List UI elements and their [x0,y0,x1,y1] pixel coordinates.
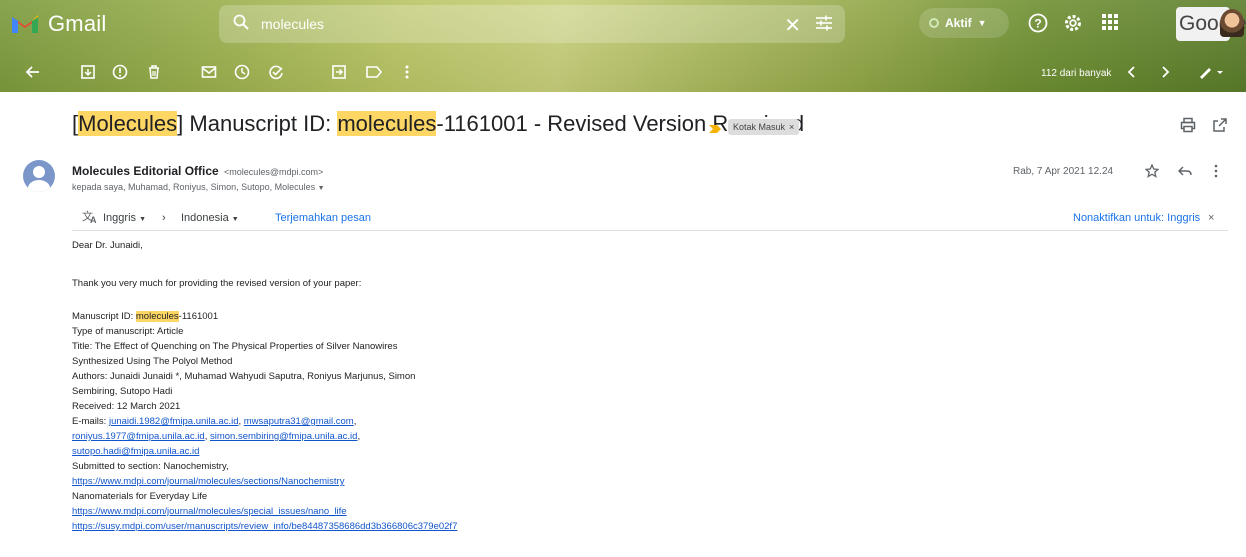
greeting: Dear Dr. Junaidi, [72,240,143,251]
subject-text: ] Manuscript ID: [177,111,338,136]
target-language-select[interactable]: Indonesia ▼ [181,212,239,224]
section-link[interactable]: https://www.mdpi.com/journal/molecules/s… [72,476,344,487]
email-link[interactable]: junaidi.1982@fmipa.unila.ac.id [109,416,239,427]
emails-line-1: E-mails: junaidi.1982@fmipa.unila.ac.id,… [72,416,357,427]
help-icon[interactable]: ? [1028,13,1048,38]
inbox-label-text: Kotak Masuk [733,122,786,132]
email-subject: [Molecules] Manuscript ID: molecules-116… [72,111,804,137]
status-label: Aktif [945,16,972,30]
source-language-select[interactable]: Inggris ▼ [103,212,146,224]
message-toolbar: 112 dari banyak [0,56,1246,92]
older-chevron-right-icon[interactable] [1159,64,1171,85]
open-new-window-icon[interactable] [1212,117,1228,138]
search-bar[interactable]: molecules ✕ [219,5,845,43]
add-task-icon[interactable] [268,64,284,85]
sender-email: <molecules@mdpi.com> [224,167,324,177]
mark-unread-icon[interactable] [201,64,217,85]
recipients-chevron-down-icon[interactable]: ▼ [318,185,325,192]
translate-bar: 文A Inggris ▼ › Indonesia ▼ Terjemahkan p… [72,205,1228,231]
manuscript-id-line: Manuscript ID: molecules-1161001 [72,311,218,322]
sender-line: Molecules Editorial Office <molecules@md… [72,164,323,178]
translate-icon: 文A [82,209,98,227]
inbox-label-tag[interactable]: Kotak Masuk × [728,119,800,135]
email-link[interactable]: roniyus.1977@fmipa.unila.ac.id [72,431,205,442]
ms-id-label: Manuscript ID: [72,311,136,322]
email-link[interactable]: simon.sembiring@fmipa.unila.ac.id [210,431,357,442]
authors-line-1: Authors: Junaidi Junaidi *, Muhamad Wahy… [72,371,416,382]
sender-name[interactable]: Molecules Editorial Office [72,164,219,178]
ms-id-highlight: molecules [135,311,179,322]
search-icon[interactable] [233,14,249,35]
apps-grid-icon[interactable] [1101,13,1119,36]
email-date: Rab, 7 Apr 2021 12.24 [1013,166,1114,177]
email-link[interactable]: sutopo.hadi@fmipa.unila.ac.id [72,446,199,457]
report-spam-icon[interactable] [112,64,128,85]
remove-label-icon[interactable]: × [789,122,794,132]
reply-arrow-icon[interactable] [1177,164,1192,183]
arrow-right-icon: › [162,212,166,224]
special-issue-text: Nanomaterials for Everyday Life [72,491,208,502]
emails-label: E-mails: [72,416,109,427]
search-options-icon[interactable] [815,15,833,36]
status-toggle[interactable]: Aktif ▼ [919,8,1009,38]
intro-text: Thank you very much for providing the re… [72,278,362,289]
account-avatar[interactable] [1220,9,1244,37]
email-link[interactable]: mwsaputra31@gmail.com [244,416,354,427]
target-language-label: Indonesia [181,212,229,224]
close-translate-icon[interactable]: × [1208,212,1214,224]
input-tools-pen-icon[interactable] [1197,64,1227,85]
translate-message-link[interactable]: Terjemahkan pesan [275,212,371,224]
archive-icon[interactable] [80,64,96,85]
status-dot-icon [929,18,939,28]
newer-chevron-left-icon[interactable] [1126,64,1138,85]
section-text: Submitted to section: Nanochemistry, [72,461,229,472]
ms-id-number: -1161001 [178,311,219,322]
authors-line-2: Sembiring, Sutopo Hadi [72,386,173,397]
subject-highlight: Molecules [78,111,178,136]
sender-avatar[interactable] [23,160,55,192]
label-tag-icon[interactable] [365,64,383,85]
settings-gear-icon[interactable] [1063,13,1083,38]
disable-translation-link[interactable]: Nonaktifkan untuk: Inggris [1073,212,1200,224]
manuscript-type: Type of manuscript: Article [72,326,184,337]
svg-text:?: ? [1034,17,1041,31]
emails-line-2: roniyus.1977@fmipa.unila.ac.id, simon.se… [72,431,361,442]
pagination-text: 112 dari banyak [1041,68,1112,79]
gmail-m-icon [10,13,40,35]
move-to-icon[interactable] [331,64,347,85]
svg-text:A: A [90,215,97,224]
important-marker-icon[interactable] [708,121,722,139]
chevron-down-icon: ▼ [977,18,987,28]
print-icon[interactable] [1180,117,1196,138]
star-icon[interactable] [1144,163,1160,183]
review-info-link[interactable]: https://susy.mdpi.com/user/manuscripts/r… [72,521,457,532]
subject-highlight: molecules [337,111,437,136]
recipients-text: kepada saya, Muhamad, Roniyus, Simon, Su… [72,182,316,192]
snooze-clock-icon[interactable] [234,64,250,85]
target-language-chevron-down-icon: ▼ [231,216,239,223]
more-options-icon[interactable] [404,64,410,85]
source-language-label: Inggris [103,212,137,224]
title-line-1: Title: The Effect of Quenching on The Ph… [72,341,398,352]
received-date: Received: 12 March 2021 [72,401,181,412]
back-arrow-icon[interactable] [25,64,41,85]
special-issue-link[interactable]: https://www.mdpi.com/journal/molecules/s… [72,506,347,517]
title-line-2: Synthesized Using The Polyol Method [72,356,233,367]
more-vertical-icon[interactable] [1213,164,1219,183]
search-input[interactable]: molecules [261,16,324,32]
clear-search-icon[interactable]: ✕ [784,13,801,38]
gmail-logo[interactable]: Gmail [10,11,106,37]
source-language-chevron-down-icon: ▼ [139,216,147,223]
delete-trash-icon[interactable] [146,64,162,85]
recipients-line[interactable]: kepada saya, Muhamad, Roniyus, Simon, Su… [72,182,325,192]
gmail-brand-text: Gmail [48,11,107,36]
